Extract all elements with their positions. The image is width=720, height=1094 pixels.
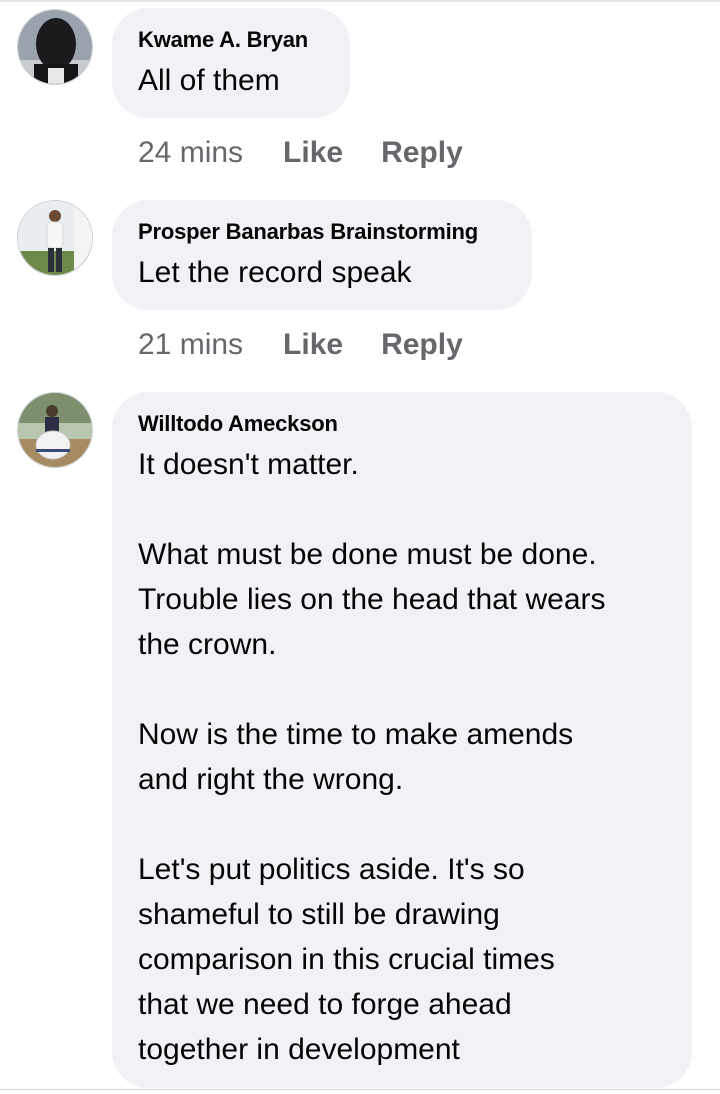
comment-bubble: Kwame A. Bryan All of them bbox=[112, 8, 350, 118]
comment-meta: 24 mins Like Reply bbox=[138, 136, 501, 170]
bottom-divider bbox=[0, 1089, 720, 1090]
comment-text: All of them bbox=[138, 64, 280, 97]
reply-button[interactable]: Reply bbox=[381, 136, 463, 170]
comment-text: It doesn't matter. What must be done mus… bbox=[138, 448, 606, 1066]
comment-bubble: Prosper Banarbas Brainstorming Let the r… bbox=[112, 200, 532, 310]
avatar-photo-standing-man-icon bbox=[18, 201, 92, 275]
comment-timestamp[interactable]: 24 mins bbox=[138, 136, 243, 170]
comment-bubble: Willtodo Ameckson It doesn't matter. Wha… bbox=[112, 392, 692, 1088]
avatar-photo-dark-icon bbox=[18, 10, 92, 84]
like-button[interactable]: Like bbox=[283, 136, 343, 170]
avatar-photo-outdoor-person-icon bbox=[18, 393, 92, 467]
avatar[interactable] bbox=[17, 200, 93, 276]
avatar[interactable] bbox=[17, 9, 93, 85]
comment-author[interactable]: Kwame A. Bryan bbox=[138, 26, 324, 54]
comment-meta: 21 mins Like Reply bbox=[138, 328, 501, 362]
avatar[interactable] bbox=[17, 392, 93, 468]
reply-button[interactable]: Reply bbox=[381, 328, 463, 362]
comment-author[interactable]: Prosper Banarbas Brainstorming bbox=[138, 218, 506, 246]
like-button[interactable]: Like bbox=[283, 328, 343, 362]
top-divider bbox=[0, 0, 720, 2]
comment-author[interactable]: Willtodo Ameckson bbox=[138, 410, 666, 438]
comment-timestamp[interactable]: 21 mins bbox=[138, 328, 243, 362]
comment-text: Let the record speak bbox=[138, 256, 412, 289]
